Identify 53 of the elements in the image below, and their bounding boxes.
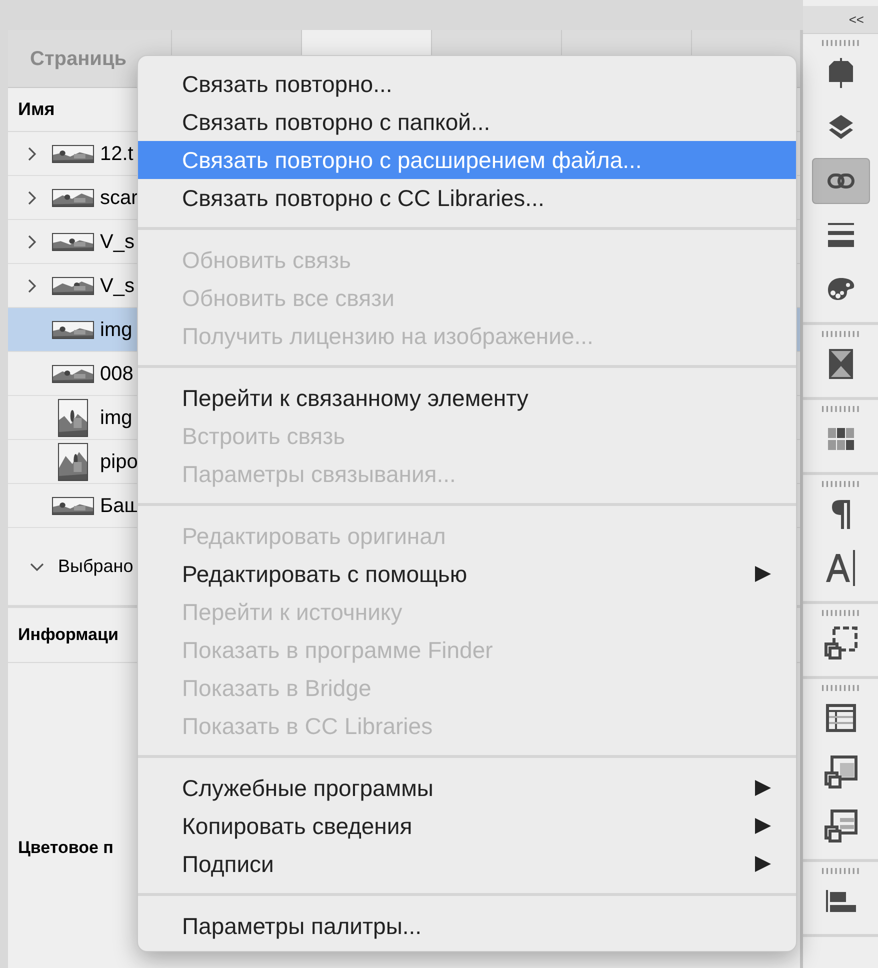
grip-icon[interactable]: [822, 685, 860, 691]
file-name: V_s: [100, 230, 134, 254]
layers-icon: [828, 114, 854, 140]
grip-icon[interactable]: [822, 610, 860, 616]
menu-item[interactable]: Связать повторно с расширением файла...: [138, 141, 796, 179]
column-header: Имя: [18, 98, 55, 121]
file-name: 008: [100, 362, 134, 386]
chevron-right-icon[interactable]: [28, 278, 36, 292]
cell-style-icon: [824, 755, 858, 789]
chevron-right-icon[interactable]: [28, 234, 36, 248]
file-name: pipo: [100, 450, 138, 474]
grip-icon[interactable]: [822, 406, 860, 412]
chevron-right-icon[interactable]: [28, 190, 36, 204]
menu-item[interactable]: Перейти к связанному элементу: [138, 379, 796, 417]
grip-icon[interactable]: [822, 331, 860, 337]
frame-icon: [824, 626, 858, 660]
file-name: img: [100, 406, 132, 430]
file-name: img: [100, 318, 132, 342]
file-name: scar: [100, 186, 138, 210]
chevron-down-icon[interactable]: [30, 562, 44, 570]
stroke-icon: [828, 223, 854, 247]
menu-item[interactable]: Связать повторно с папкой...: [138, 103, 796, 141]
menu-item[interactable]: Редактировать с помощью: [138, 555, 796, 593]
grip-icon[interactable]: [822, 40, 860, 46]
table-icon: [826, 704, 856, 732]
align-icon: [826, 890, 856, 912]
menu-item[interactable]: Подписи: [138, 845, 796, 883]
file-name: V_s: [100, 274, 134, 298]
menu-item[interactable]: Связать повторно с CC Libraries...: [138, 179, 796, 217]
grid-icon: [828, 428, 854, 450]
submenu-arrow-icon: [754, 817, 772, 835]
menu-item[interactable]: Копировать сведения: [138, 807, 796, 845]
chevron-right-icon[interactable]: [28, 146, 36, 160]
gradient-icon: [828, 348, 854, 380]
table-style-icon: [824, 809, 858, 843]
submenu-arrow-icon: [754, 855, 772, 873]
palette-icon: [826, 277, 854, 301]
section-label: Выбрано: [58, 555, 134, 578]
type-icon: [826, 550, 856, 586]
menu-item[interactable]: Параметры палитры...: [138, 907, 796, 945]
submenu-arrow-icon: [754, 779, 772, 797]
grip-icon[interactable]: [822, 868, 860, 874]
tool-button[interactable]: [812, 158, 870, 204]
file-name: 12.t: [100, 142, 134, 166]
info-title: Информаци: [18, 624, 118, 646]
collapse-toggle[interactable]: <<: [848, 10, 864, 30]
menu-item[interactable]: Служебные программы: [138, 769, 796, 807]
pages-icon: [828, 58, 854, 88]
submenu-arrow-icon: [754, 565, 772, 583]
link-icon: [826, 173, 854, 189]
grip-icon[interactable]: [822, 481, 860, 487]
info-label: Цветовое п: [18, 837, 114, 859]
pilcrow-icon: [830, 499, 850, 529]
